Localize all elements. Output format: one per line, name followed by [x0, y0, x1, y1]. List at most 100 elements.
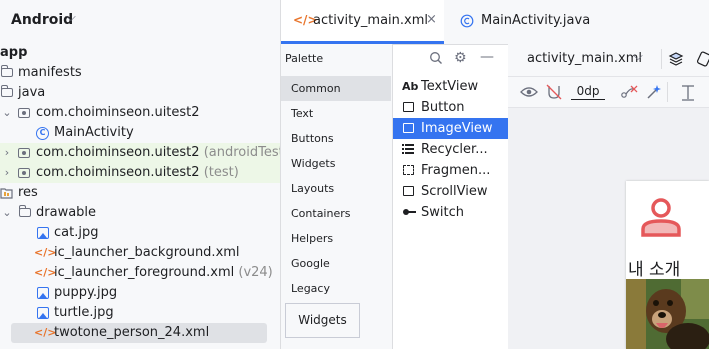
palette-item-label: ImageView	[421, 121, 493, 136]
tree-item-cat-jpg[interactable]: cat.jpg	[0, 223, 280, 243]
tree-item-suffix: (v24)	[238, 265, 273, 280]
textview-icon: Ab	[402, 80, 419, 93]
palette-item-fragmentcontainer[interactable]: Fragmen...	[393, 160, 508, 181]
package-icon	[18, 168, 30, 178]
tree-item-package-main[interactable]: ⌄ com.choiminseon.uitest2	[0, 103, 280, 123]
gear-icon[interactable]: ⚙	[454, 50, 467, 66]
minimize-icon[interactable]: —	[480, 49, 494, 65]
tree-item-res[interactable]: res	[0, 183, 280, 203]
palette-item-label: ScrollView	[421, 184, 488, 199]
tree-item-package-test[interactable]: › com.choiminseon.uitest2 (test)	[0, 163, 280, 183]
align-icon[interactable]	[680, 84, 696, 106]
tree-item-label-group: ic_launcher_foreground.xml (v24)	[54, 263, 273, 283]
palette-item-label: Switch	[421, 205, 464, 220]
search-icon[interactable]	[429, 51, 443, 69]
tree-item-label: ic_launcher_background.xml	[54, 245, 240, 260]
tree-item-label: turtle.jpg	[54, 305, 114, 320]
folder-icon	[19, 205, 31, 217]
palette-item-imageview[interactable]: ImageView	[393, 118, 508, 139]
image-file-icon	[37, 227, 49, 239]
palette-title: Palette	[285, 52, 324, 65]
chevron-down-icon[interactable]: ⌵	[633, 49, 643, 64]
constraint-toolbar	[508, 77, 709, 108]
palette-item-scrollview[interactable]: ScrollView	[393, 181, 508, 202]
palette-category-google[interactable]: Google	[281, 251, 391, 276]
tree-item-label: manifests	[18, 65, 82, 80]
palette-item-label: Button	[421, 100, 465, 115]
preview-imageview[interactable]	[626, 279, 709, 349]
palette-category-buttons[interactable]: Buttons	[281, 126, 391, 151]
preview-textview[interactable]: 내 소개	[628, 255, 680, 280]
eye-icon[interactable]	[520, 85, 538, 103]
class-icon	[460, 14, 474, 32]
tree-item-twotone-person[interactable]: </> twotone_person_24.xml	[0, 323, 280, 343]
tree-item-turtle-jpg[interactable]: turtle.jpg	[0, 303, 280, 323]
tab-label[interactable]: activity_main.xml	[313, 13, 428, 28]
palette-item-label: Fragmen...	[421, 163, 491, 178]
class-icon: C	[36, 127, 49, 140]
toolbar-divider	[661, 49, 662, 69]
tree-item-label: drawable	[36, 205, 97, 220]
list-icon	[402, 139, 414, 160]
tree-item-ic-launcher-background[interactable]: </> ic_launcher_background.xml	[0, 243, 280, 263]
tree-item-suffix: (test)	[203, 165, 239, 180]
image-file-icon	[37, 287, 49, 299]
layout-file-dropdown[interactable]: activity_main.xml	[527, 51, 642, 66]
default-margin-field[interactable]: 0dp	[571, 83, 605, 100]
chevron-down-icon[interactable]: ⌄	[2, 103, 12, 123]
tab-label[interactable]: MainActivity.java	[481, 13, 590, 28]
tree-item-label: com.choiminseon.uitest2	[36, 105, 200, 120]
palette-item-label: Recycler...	[421, 142, 488, 157]
tree-item-label: puppy.jpg	[54, 285, 118, 300]
tree-item-package-androidtest[interactable]: › com.choiminseon.uitest2 (androidTest)	[0, 143, 280, 163]
project-view-title[interactable]: Android	[11, 12, 73, 28]
xml-file-icon: </>	[34, 246, 57, 259]
package-icon	[18, 108, 30, 118]
layers-icon[interactable]	[668, 51, 684, 71]
palette-item-textview[interactable]: Ab TextView	[393, 76, 508, 97]
widgets-button[interactable]: Widgets	[285, 303, 360, 338]
palette-category-common[interactable]: Common	[281, 76, 391, 101]
tree-item-ic-launcher-foreground[interactable]: </> ic_launcher_foreground.xml (v24)	[0, 263, 280, 283]
tree-item-java[interactable]: java	[0, 83, 280, 103]
person-icon[interactable]	[637, 193, 685, 245]
resource-folder-icon	[0, 186, 14, 200]
tree-item-label: res	[18, 185, 38, 200]
chevron-right-icon[interactable]: ›	[2, 143, 12, 163]
close-icon[interactable]: ×	[426, 12, 437, 27]
toolbar-divider	[667, 82, 668, 102]
tree-item-label: twotone_person_24.xml	[54, 325, 210, 340]
magic-wand-icon[interactable]	[646, 84, 662, 104]
chevron-down-icon[interactable]: ⌄	[2, 203, 12, 223]
palette-category-helpers[interactable]: Helpers	[281, 226, 391, 251]
tree-item-label: ic_launcher_foreground.xml	[54, 265, 235, 280]
project-header[interactable]: Android ⌵	[0, 0, 280, 40]
tree-item-label-group: com.choiminseon.uitest2 (androidTest)	[36, 143, 280, 163]
switch-icon	[402, 202, 416, 223]
tree-item-label: MainActivity	[54, 125, 134, 140]
palette-category-widgets[interactable]: Widgets	[281, 151, 391, 176]
fragment-icon	[403, 165, 414, 175]
palette-category-containers[interactable]: Containers	[281, 201, 391, 226]
tree-item-app[interactable]: app	[0, 43, 280, 63]
folder-icon	[1, 85, 13, 97]
button-icon	[403, 102, 414, 112]
palette-category-layouts[interactable]: Layouts	[281, 176, 391, 201]
palette-item-switch[interactable]: Switch	[393, 202, 508, 223]
tree-item-label: com.choiminseon.uitest2	[36, 165, 200, 180]
tree-item-puppy-jpg[interactable]: puppy.jpg	[0, 283, 280, 303]
magnet-icon[interactable]	[546, 84, 562, 104]
palette-item-button[interactable]: Button	[393, 97, 508, 118]
chevron-right-icon[interactable]: ›	[2, 163, 12, 183]
tree-item-drawable[interactable]: ⌄ drawable	[0, 203, 280, 223]
chevron-down-icon[interactable]: ⌵	[66, 10, 76, 25]
tree-item-mainactivity[interactable]: C MainActivity	[0, 123, 280, 143]
palette-category-legacy[interactable]: Legacy	[281, 276, 391, 301]
package-icon	[18, 148, 30, 158]
palette-item-recyclerview[interactable]: Recycler...	[393, 139, 508, 160]
orientation-icon[interactable]	[696, 51, 709, 71]
tree-item-manifests[interactable]: manifests	[0, 63, 280, 83]
clear-constraints-icon[interactable]	[620, 84, 638, 104]
palette-category-text[interactable]: Text	[281, 101, 391, 126]
palette-item-label: TextView	[421, 79, 479, 94]
